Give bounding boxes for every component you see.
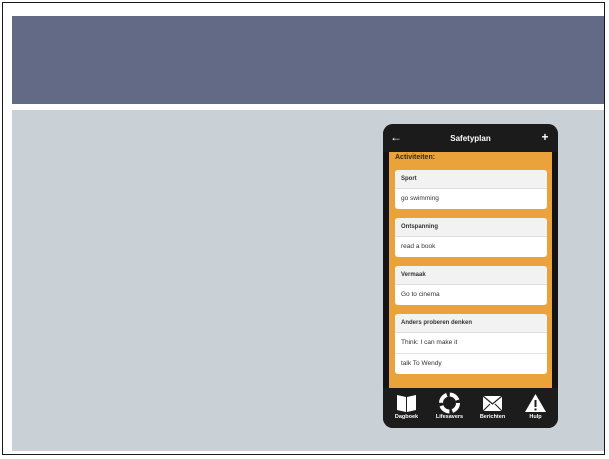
card-sport: Sport go swimming [395, 170, 547, 209]
card-header: Ontspanning [395, 218, 547, 237]
list-item[interactable]: go swimming [395, 189, 547, 209]
card-ontspanning: Ontspanning read a book [395, 218, 547, 257]
tab-lifesavers[interactable]: Lifesavers [428, 388, 471, 428]
envelope-icon [482, 395, 503, 412]
list-item[interactable]: Go to cinema [395, 285, 547, 305]
tab-label: Lifesavers [435, 414, 464, 420]
navigation-bar: ← Safetyplan + [383, 124, 558, 152]
card-anders-proberen-denken: Anders proberen denken Think: I can make… [395, 314, 547, 374]
tab-label: Berichten [479, 414, 506, 420]
card-header: Anders proberen denken [395, 314, 547, 333]
tab-berichten[interactable]: Berichten [471, 388, 514, 428]
list-item[interactable]: Think: I can make it [395, 333, 547, 354]
warning-icon [525, 394, 546, 412]
section-heading: Activiteiten: [395, 154, 436, 161]
list-item[interactable]: read a book [395, 237, 547, 257]
book-icon [397, 395, 416, 412]
card-vermaak: Vermaak Go to cinema [395, 266, 547, 305]
list-item[interactable]: talk To Wendy [395, 354, 547, 374]
tab-hulp[interactable]: Hulp [514, 388, 557, 428]
phone-mockup: ← Safetyplan + Activiteiten: Sport go sw… [383, 124, 558, 428]
tab-label: Dagboek [394, 414, 419, 420]
add-icon[interactable]: + [538, 130, 552, 144]
title-band [12, 16, 604, 104]
activities-screen: Activiteiten: Sport go swimming Ontspann… [389, 152, 552, 388]
tab-label: Hulp [529, 414, 542, 420]
card-header: Sport [395, 170, 547, 189]
lifebuoy-icon [438, 392, 461, 414]
tab-bar: Dagboek Lifesavers Berichten Hulp [383, 388, 558, 428]
tab-dagboek[interactable]: Dagboek [385, 388, 428, 428]
card-header: Vermaak [395, 266, 547, 285]
nav-title: Safetyplan [450, 134, 491, 143]
